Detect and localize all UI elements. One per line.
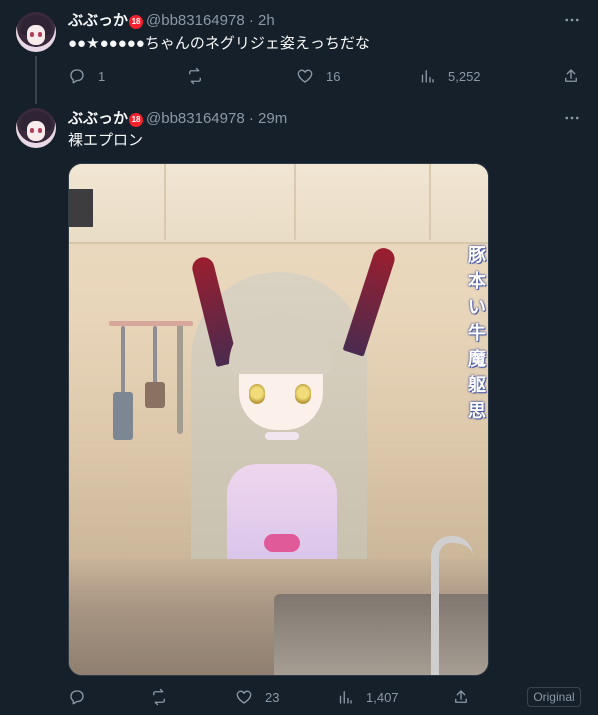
r18-badge-icon: 18 [129,15,144,29]
views-icon [421,70,434,83]
views-button[interactable]: 5,252 [418,66,481,86]
user-handle[interactable]: @bb83164978 [146,12,245,29]
timestamp[interactable]: 29m [258,110,287,127]
views-count: 1,407 [366,689,399,705]
user-handle[interactable]: @bb83164978 [146,110,245,127]
spatula [121,326,125,396]
r18-badge-icon: 18 [129,113,144,127]
vertical-caption: 豚 本 い 牛 魔 躯 思 [467,242,487,424]
share-icon [565,69,577,82]
avatar-eye [30,32,34,37]
caption-char: 牛 [468,323,486,343]
retweet-icon [189,67,201,85]
avatar-eye [38,128,42,133]
tweet-header: ぶぶっか 18 @bb83164978 · 2h [68,11,275,31]
kitchen-cabinet [69,164,488,244]
ribbon-bow [264,534,300,552]
reply-icon [70,69,84,84]
tweet-media-image[interactable]: 豚 本 い 牛 魔 躯 思 [68,163,489,676]
character-eye [295,384,311,404]
character-eye [249,384,265,404]
right-horn [342,245,398,357]
display-name[interactable]: ぶぶっか [68,110,128,127]
like-count: 16 [326,68,341,84]
heart-icon [297,69,313,83]
like-button[interactable]: 23 [235,687,279,707]
more-icon-glyph [565,116,579,120]
views-icon [339,691,352,704]
original-button[interactable]: Original [527,687,581,707]
range-hood [69,189,93,227]
caption-char: 本 [468,271,486,291]
like-count: 23 [265,689,280,705]
caption-char: い [468,297,486,317]
more-icon[interactable] [560,11,584,31]
retweet-button[interactable] [150,687,180,707]
whisk [177,326,183,434]
views-count: 5,252 [448,68,481,84]
share-button[interactable] [452,687,470,707]
caption-char: 豚 [468,245,486,265]
action-bar: 1 16 5,252 [68,66,588,86]
cabinet-door [294,164,296,240]
avatar[interactable] [16,108,56,148]
turner-head [145,382,165,408]
caption-char: 思 [468,401,486,421]
reply-icon [70,690,84,705]
separator-dot: · [248,110,254,127]
spatula-head [113,392,133,440]
more-icon[interactable] [560,109,584,129]
tweet-text: 裸エプロン [68,132,144,149]
share-button[interactable] [562,66,580,86]
retweet-icon [153,688,165,706]
reply-button[interactable] [68,687,98,707]
avatar-eye [38,32,42,37]
caption-char: 魔 [468,349,486,369]
like-button[interactable]: 16 [296,66,340,86]
thread-line [35,56,37,104]
timestamp[interactable]: 2h [258,12,275,29]
display-name[interactable]: ぶぶっか [68,12,128,29]
heart-icon [236,690,252,704]
caption-char: 躯 [468,375,486,395]
reply-count: 1 [98,68,106,84]
separator-dot: · [248,12,254,29]
cabinet-door [429,164,431,240]
retweet-button[interactable] [186,66,216,86]
avatar[interactable] [16,12,56,52]
more-icon-glyph [565,18,579,22]
views-button[interactable]: 1,407 [336,687,399,707]
avatar-eye [30,128,34,133]
tweet-text: ●●★●●●●●ちゃんのネグリジェ姿えっちだな [68,35,370,52]
tweet-header: ぶぶっか 18 @bb83164978 · 29m [68,109,287,129]
action-bar: 23 1,407 [68,687,588,707]
share-icon [455,690,467,703]
tweet-1[interactable]: ぶぶっか 18 @bb83164978 · 2h ●●★●●●●●ちゃんのネグリジェ… [0,0,598,104]
choker [265,432,299,440]
turner [153,326,157,386]
faucet [431,536,473,675]
cabinet-door [164,164,166,240]
reply-button[interactable]: 1 [68,66,105,86]
